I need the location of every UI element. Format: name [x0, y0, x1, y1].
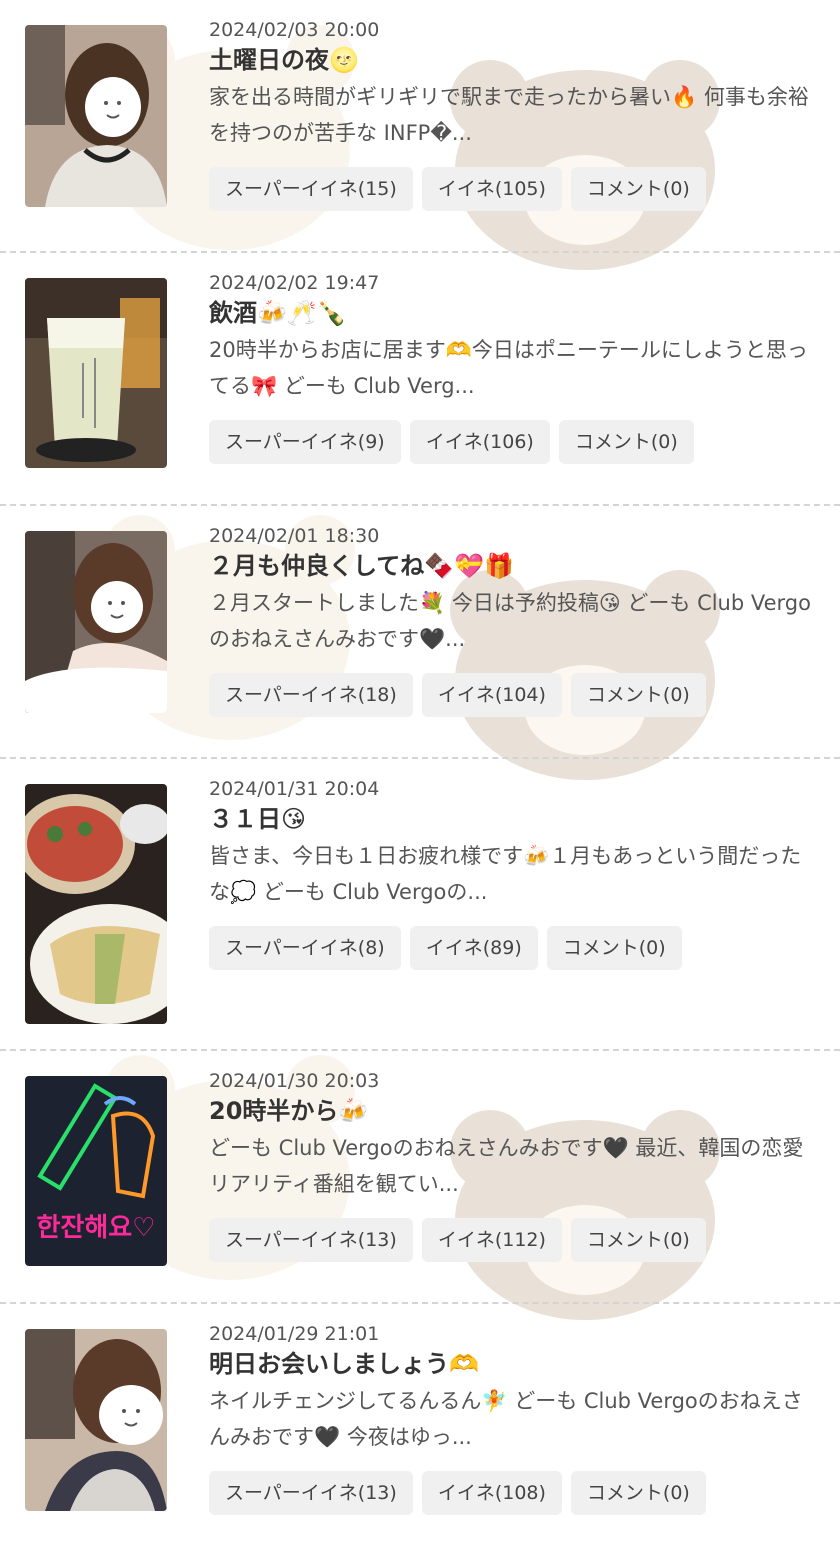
post-thumbnail[interactable] [25, 1329, 167, 1511]
post-title[interactable]: 20時半から🍻 [209, 1094, 820, 1130]
woman-portrait-icon [25, 1329, 167, 1511]
comment-button[interactable]: コメント(0) [570, 1218, 706, 1262]
post-thumbnail[interactable] [25, 25, 167, 207]
post-date: 2024/02/02 19:47 [209, 272, 380, 294]
comment-button[interactable]: コメント(0) [546, 926, 682, 970]
super-like-button[interactable]: スーパーイイネ(8) [209, 926, 401, 970]
woman-portrait-icon [25, 25, 167, 207]
post-title[interactable]: 飲酒🍻🥂🍾 [209, 296, 820, 332]
like-button[interactable]: イイネ(108) [421, 1471, 562, 1515]
post-excerpt: ネイルチェンジしてるんるん🧚 どーも Club Vergoのおねえさんみおです🖤… [209, 1389, 803, 1449]
like-button[interactable]: イイネ(106) [409, 420, 550, 464]
super-like-button[interactable]: スーパーイイネ(9) [209, 420, 401, 464]
post-date: 2024/01/29 21:01 [209, 1323, 380, 1345]
diary-post[interactable]: 한잔해요♡ 2024/01/30 20:03 20時半から🍻 どーも Club … [0, 1051, 840, 1304]
diary-post[interactable]: 2024/02/03 20:00 土曜日の夜🌝 家を出る時間がギリギリで駅まで走… [0, 0, 840, 253]
comment-button[interactable]: コメント(0) [558, 420, 694, 464]
diary-feed: 2024/02/03 20:00 土曜日の夜🌝 家を出る時間がギリギリで駅まで走… [0, 0, 840, 1557]
neon-sign-icon: 한잔해요♡ [25, 1076, 167, 1266]
super-like-button[interactable]: スーパーイイネ(15) [209, 167, 413, 211]
comment-button[interactable]: コメント(0) [570, 167, 706, 211]
post-thumbnail[interactable] [25, 278, 167, 468]
like-button[interactable]: イイネ(105) [421, 167, 562, 211]
post-excerpt: ２月スタートしました💐 今日は予約投稿😘 どーも Club Vergoのおねえさ… [209, 591, 811, 651]
comment-button[interactable]: コメント(0) [570, 1471, 706, 1515]
post-title[interactable]: ３１日😘 [209, 802, 820, 838]
food-plates-icon [25, 784, 167, 1024]
post-excerpt: どーも Club Vergoのおねえさんみおです🖤 最近、韓国の恋愛リアリティ番… [209, 1136, 804, 1196]
drink-glass-icon [25, 278, 167, 468]
woman-portrait-icon [25, 531, 167, 713]
diary-post[interactable]: 2024/02/01 18:30 ２月も仲良くしてね🍫💝🎁 ２月スタートしました… [0, 506, 840, 759]
post-date: 2024/02/01 18:30 [209, 525, 380, 547]
post-title[interactable]: 土曜日の夜🌝 [209, 43, 820, 79]
diary-post[interactable]: 2024/01/29 21:01 明日お会いしましょう🫶 ネイルチェンジしてるん… [0, 1304, 840, 1557]
comment-button[interactable]: コメント(0) [570, 673, 706, 717]
diary-post[interactable]: 2024/01/31 20:04 ３１日😘 皆さま、今日も１日お疲れ様です🍻１月… [0, 759, 840, 1051]
super-like-button[interactable]: スーパーイイネ(13) [209, 1471, 413, 1515]
post-thumbnail[interactable] [25, 784, 167, 1024]
neon-text: 한잔해요♡ [37, 1213, 156, 1243]
post-title[interactable]: ２月も仲良くしてね🍫💝🎁 [209, 549, 820, 585]
super-like-button[interactable]: スーパーイイネ(13) [209, 1218, 413, 1262]
post-excerpt: 皆さま、今日も１日お疲れ様です🍻１月もあっという間だったな💭 どーも Club … [209, 844, 802, 904]
post-thumbnail[interactable]: 한잔해요♡ [25, 1076, 167, 1266]
like-button[interactable]: イイネ(104) [421, 673, 562, 717]
post-thumbnail[interactable] [25, 531, 167, 713]
post-title[interactable]: 明日お会いしましょう🫶 [209, 1347, 820, 1383]
like-button[interactable]: イイネ(89) [409, 926, 538, 970]
post-date: 2024/01/31 20:04 [209, 778, 380, 800]
post-date: 2024/01/30 20:03 [209, 1070, 380, 1092]
post-excerpt: 20時半からお店に居ます🫶今日はポニーテールにしようと思ってる🎀 どーも Clu… [209, 338, 808, 398]
like-button[interactable]: イイネ(112) [421, 1218, 562, 1262]
super-like-button[interactable]: スーパーイイネ(18) [209, 673, 413, 717]
diary-post[interactable]: 2024/02/02 19:47 飲酒🍻🥂🍾 20時半からお店に居ます🫶今日はポ… [0, 253, 840, 506]
post-excerpt: 家を出る時間がギリギリで駅まで走ったから暑い🔥 何事も余裕を持つのが苦手な IN… [209, 85, 809, 145]
post-date: 2024/02/03 20:00 [209, 19, 380, 41]
